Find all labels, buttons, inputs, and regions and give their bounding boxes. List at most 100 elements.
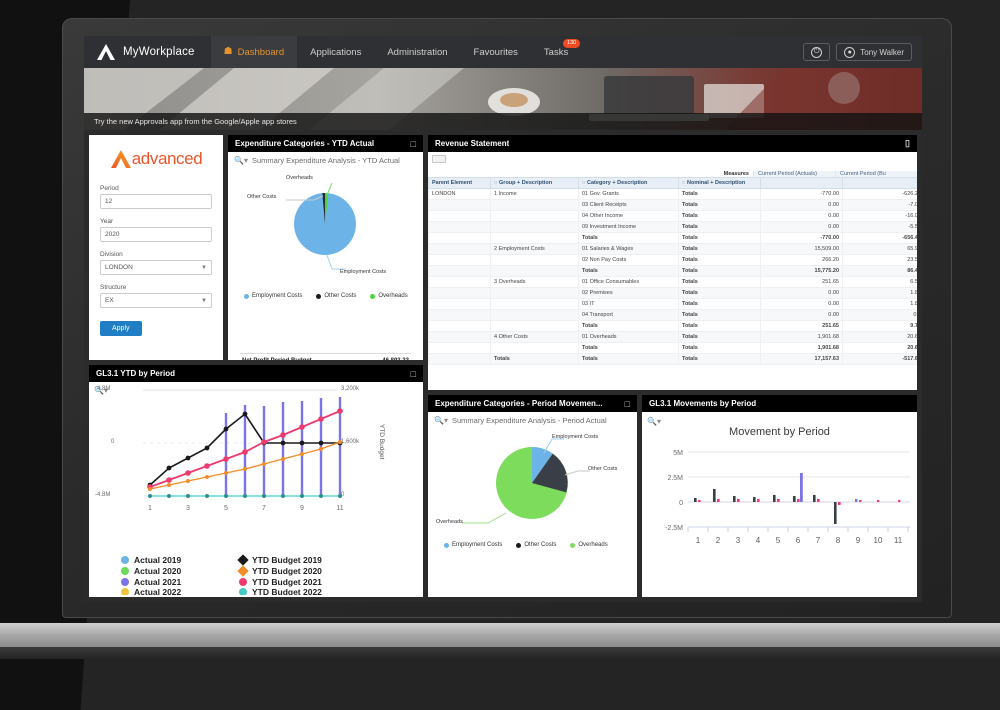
expand-icon[interactable]: □ [625,399,630,409]
top-navbar: MyWorkplace ☗ Dashboard Applications Adm… [84,36,922,68]
year-input[interactable]: 2020 [100,227,212,242]
expand-icon[interactable]: □ [411,139,416,149]
nav-item-tasks[interactable]: Tasks 130 [531,36,581,68]
legend-swatch [570,542,576,548]
cell-category: Totals [578,320,679,332]
legend-actual-2022[interactable]: Actual 2022 [121,588,231,595]
cell-parent [428,276,491,288]
svg-text:5: 5 [776,536,781,545]
table-row[interactable]: 03 ITTotals0.001.81 [428,298,917,310]
legend-overheads[interactable]: Overheads [570,542,608,548]
nav-item-applications[interactable]: Applications [297,36,374,68]
nav-label: Administration [387,46,448,58]
table-row[interactable]: TotalsTotals-770.00-656.45 [428,232,917,244]
sort-icon: □ [582,180,586,186]
legend-other-costs[interactable]: Other Costs [516,542,556,548]
cell-nominal: Totals [678,353,761,365]
legend-ytd-budget-2021[interactable]: YTD Budget 2021 [239,577,369,587]
nav-label: Applications [310,46,362,58]
col-nominal-description[interactable]: □ Nominal + Description [678,177,761,189]
svg-text:2.5M: 2.5M [667,475,683,482]
cell-category: 02 Premises [578,287,679,299]
table-row[interactable]: LONDON 1 Income 01 Gov. Grants Totals -770.0… [428,188,917,200]
filter-panel: advanced Period 12 Year 2020 Division LO… [89,135,223,360]
magnifier-icon[interactable]: 🔍▾ [234,156,248,165]
user-menu[interactable]: ● Tony Walker [836,43,912,61]
cell-group [490,254,579,266]
period-input[interactable]: 12 [100,194,212,209]
magnifier-icon[interactable]: 🔍▾ [434,416,448,425]
col-category-description[interactable]: □ Category + Description [578,177,679,189]
table-row[interactable]: TotalsTotals251.659.71 [428,320,917,332]
cell-nominal: Totals [678,276,761,288]
revenue-table-scroll[interactable]: Measures Current Period (Actuals) Curren… [428,152,917,390]
table-row[interactable]: 4 Other Costs 01 Overheads Totals 1,901.68 2… [428,331,917,343]
table-row[interactable]: 02 Non Pay CostsTotals266.2023.52 [428,254,917,266]
nav-item-administration[interactable]: Administration [374,36,460,68]
dashboard-left-column: advanced Period 12 Year 2020 Division LO… [89,135,423,597]
legend-ytd-budget-2020[interactable]: YTD Budget 2020 [237,565,369,577]
net-profit-row: Net Profit Period Budget 46,893.33 [240,353,411,360]
magnifier-icon[interactable]: 🔍▾ [647,417,661,426]
y-axis-title: YTD Budget [378,424,385,460]
cell-parent [428,298,491,310]
nav-label: Dashboard [237,46,285,58]
cell-nominal: Totals [678,287,761,299]
apply-button[interactable]: Apply [100,321,142,336]
table-row[interactable]: TotalsTotals15,775.2086.45 [428,265,917,277]
cell-parent [428,320,491,332]
brand[interactable]: MyWorkplace [84,36,211,68]
table-row[interactable]: TotalsTotals1,901.6820.60 [428,342,917,354]
table-row[interactable]: 04 TransportTotals0.000.6 [428,309,917,321]
legend-overheads[interactable]: Overheads [370,293,408,299]
power-icon: ⏻ [811,46,823,58]
legend-other-costs[interactable]: Other Costs [316,293,356,299]
table-row[interactable]: 2 Employment Costs 01 Salaries & Wages Tot… [428,243,917,255]
legend-employment-costs[interactable]: Employment Costs [244,293,302,299]
table-row[interactable]: 3 Overheads 01 Office Consumables Totals 25… [428,276,917,288]
table-row[interactable]: 04 Other IncomeTotals0.00-16.00 [428,210,917,222]
chart-subtitle: Summary Expenditure Analysis - Period Ac… [451,416,607,425]
legend-actual-2021[interactable]: Actual 2021 [121,577,231,587]
table-row[interactable]: 09 Investment IncomeTotals0.00-5.56 [428,221,917,233]
cell-parent [428,232,491,244]
legend-ytd-budget-2019[interactable]: YTD Budget 2019 [237,554,369,566]
user-name: Tony Walker [860,47,904,57]
cell-actual: 0.00 [760,287,843,299]
division-select[interactable]: LONDON ▼ [100,260,212,275]
collapse-chip-icon[interactable] [432,155,446,163]
legend-employment-costs[interactable]: Employment Costs [444,542,502,548]
pie-callout-other-costs: Other Costs [588,466,618,472]
nav-item-dashboard[interactable]: ☗ Dashboard [210,36,298,68]
power-button[interactable]: ⏻ [803,43,831,61]
cell-budget: -16.00 [842,210,917,222]
panel-header: Revenue Statement ▯ [428,135,917,152]
field-label-period: Period [100,185,119,192]
y-axis-tick-left: 4.8M [97,386,111,392]
legend-label: Actual 2020 [134,566,182,576]
cell-budget: -7.00 [842,199,917,211]
structure-value: EX [105,297,114,304]
cell-parent [428,331,491,343]
table-row[interactable]: TotalsTotalsTotals17,157.63-517.68 [428,353,917,365]
cell-category: 01 Salaries & Wages [578,243,679,255]
svg-text:5M: 5M [673,450,683,457]
cell-parent [428,254,491,266]
nav-label: Favourites [473,46,518,58]
structure-select[interactable]: EX ▼ [100,293,212,308]
table-row[interactable]: 03 Client ReceiptsTotals0.00-7.00 [428,199,917,211]
col-group-description[interactable]: □ Group + Description [490,177,579,189]
col-parent-element[interactable]: Parent Element [428,177,491,189]
expand-icon[interactable]: □ [411,369,416,379]
hero-message: Try the new Approvals app from the Googl… [84,113,922,130]
cell-budget: 20.60 [842,331,917,343]
expand-icon[interactable]: ▯ [905,138,910,149]
measures-label: Measures [723,171,749,177]
legend-ytd-budget-2022[interactable]: YTD Budget 2022 [239,588,369,595]
table-row[interactable]: 02 PremisesTotals0.001.87 [428,287,917,299]
legend-actual-2020[interactable]: Actual 2020 [121,566,231,576]
cell-nominal: Totals [678,210,761,222]
legend-actual-2019[interactable]: Actual 2019 [121,555,231,565]
svg-text:2: 2 [716,536,721,545]
nav-item-favourites[interactable]: Favourites [461,36,531,68]
